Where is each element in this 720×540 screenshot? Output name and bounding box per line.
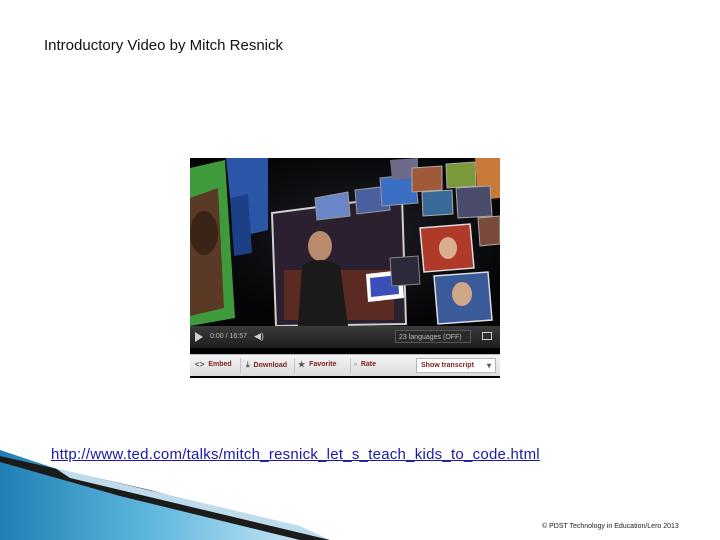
- favorite-label: Favorite: [309, 361, 337, 368]
- chevron-down-icon: ▾: [486, 361, 491, 370]
- video-thumbnail-image: [190, 158, 500, 326]
- slide-title: Introductory Video by Mitch Resnick: [44, 37, 283, 54]
- download-icon: ⤓: [246, 360, 250, 369]
- divider: [240, 358, 241, 373]
- video-frame[interactable]: [190, 158, 500, 326]
- divider: [350, 358, 351, 373]
- language-select[interactable]: 23 languages (OFF): [395, 330, 471, 343]
- show-transcript-button[interactable]: Show transcript ▾: [416, 358, 496, 373]
- copyright-notice: © PDST Technology in Education/Lero 2013: [542, 523, 679, 530]
- volume-icon[interactable]: ◀): [254, 331, 264, 342]
- embed-button[interactable]: <> Embed: [195, 360, 232, 369]
- rate-icon: ▫: [354, 360, 357, 369]
- star-icon: ★: [298, 360, 306, 369]
- video-controls-bar: 0:00 / 16:57 ◀) 23 languages (OFF): [190, 326, 500, 348]
- rate-label: Rate: [360, 361, 377, 368]
- download-label: Download: [253, 361, 287, 369]
- show-transcript-label: Show transcript: [421, 362, 474, 369]
- video-player[interactable]: 0:00 / 16:57 ◀) 23 languages (OFF) <> Em…: [190, 158, 500, 378]
- embed-label: Embed: [208, 361, 232, 368]
- favorite-button[interactable]: ★ Favorite: [298, 360, 336, 369]
- video-action-bar: <> Embed ⤓ Download ★ Favorite ▫ Rate Sh…: [190, 354, 500, 376]
- embed-icon: <>: [195, 360, 205, 369]
- time-display: 0:00 / 16:57: [210, 333, 247, 340]
- rate-button[interactable]: ▫ Rate: [354, 360, 376, 369]
- download-button[interactable]: ⤓ Download: [246, 360, 287, 370]
- fullscreen-icon[interactable]: [482, 332, 492, 340]
- tile-left-woman: [190, 160, 235, 326]
- play-icon[interactable]: [195, 332, 203, 342]
- divider: [294, 358, 295, 373]
